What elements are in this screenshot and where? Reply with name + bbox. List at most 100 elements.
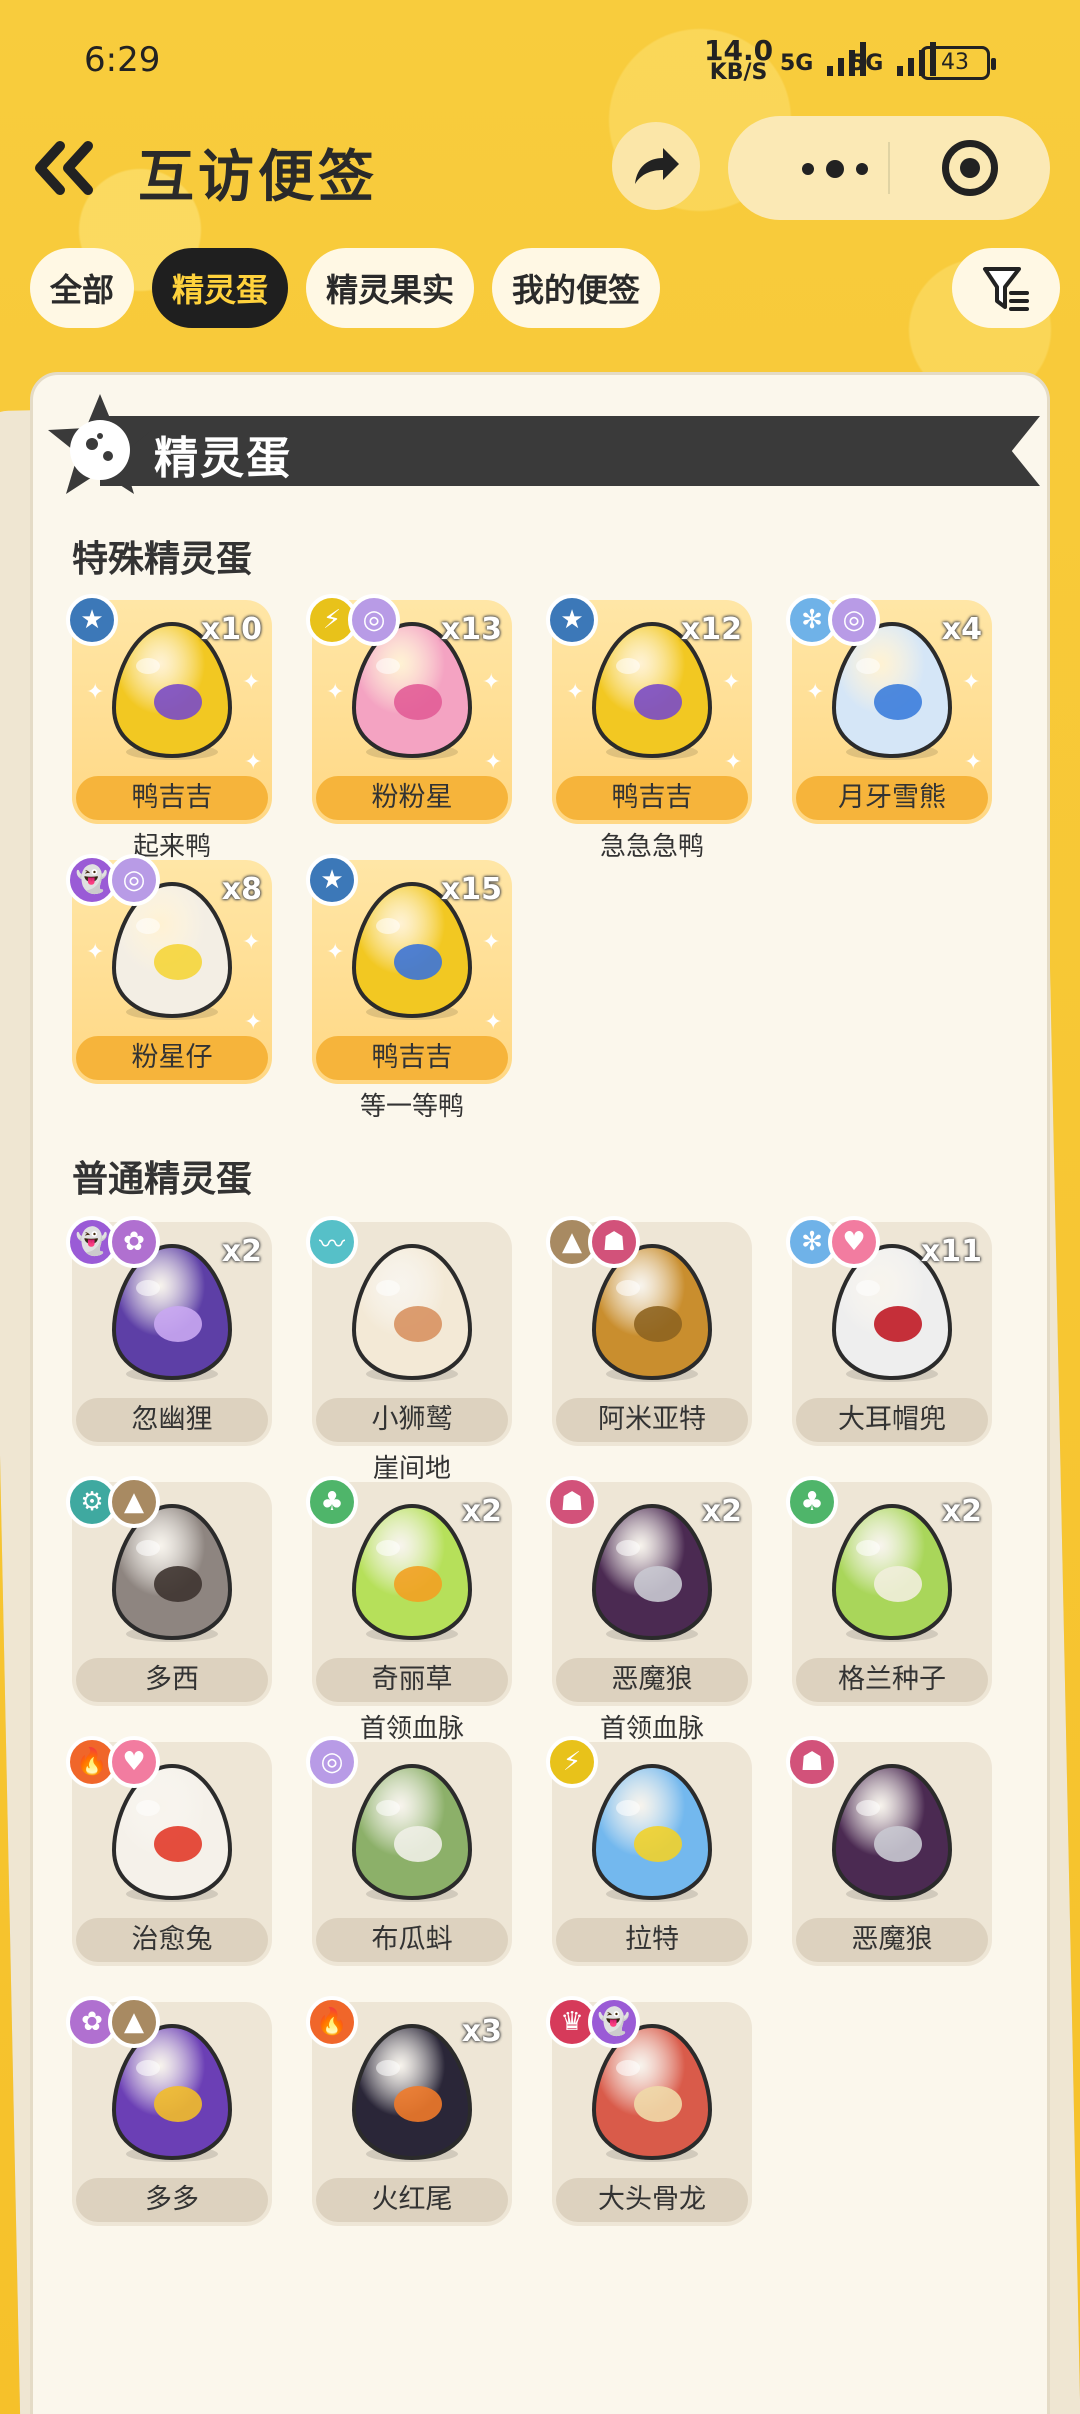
egg-name-label: 多西 xyxy=(76,1658,268,1702)
wind-type-icon: ◎ xyxy=(108,854,160,906)
egg-types: ✻ ◎ xyxy=(786,594,880,646)
egg-name-label: 恶魔狼 xyxy=(796,1918,988,1962)
egg-name-label: 小狮鹫 xyxy=(316,1398,508,1442)
egg-count: x3 xyxy=(461,2014,502,2049)
wing-type-icon: 〰 xyxy=(306,1216,358,1268)
egg-card[interactable]: ⚙ ▲ 多西 xyxy=(66,1476,272,1706)
sparkle-icon: ✦ xyxy=(244,750,263,775)
dot-icon xyxy=(826,160,844,178)
sparkle-icon: ✦ xyxy=(964,750,983,775)
sparkle-icon: ✦ xyxy=(484,1010,503,1035)
filter-icon xyxy=(983,267,1029,311)
sparkle-icon: ✦ xyxy=(86,940,105,965)
sparkle-icon: ✦ xyxy=(806,680,825,705)
egg-types: ♣ xyxy=(786,1476,838,1528)
egg-name-label: 大耳帽兜 xyxy=(796,1398,988,1442)
egg-count: x2 xyxy=(461,1494,502,1529)
status-bar: 6:29 14.0 KB/S 5G 5G 43 xyxy=(0,0,1080,120)
egg-name-label: 忽幽狸 xyxy=(76,1398,268,1442)
section-title: 精灵蛋 xyxy=(154,433,292,484)
back-button[interactable] xyxy=(30,138,100,198)
tab-fruits[interactable]: 精灵果实 xyxy=(306,248,475,328)
dot-icon xyxy=(802,163,814,175)
egg-card[interactable]: ◎ 布瓜蚪 xyxy=(306,1736,512,1966)
egg-name-label: 奇丽草 xyxy=(316,1658,508,1702)
star-badge-icon xyxy=(48,394,152,494)
egg-name-label: 粉星仔 xyxy=(76,1036,268,1080)
battery-level: 43 xyxy=(941,50,969,75)
special-eggs-title: 特殊精灵蛋 xyxy=(72,539,253,580)
tab-eggs[interactable]: 精灵蛋 xyxy=(152,248,289,328)
network-speed-unit: KB/S xyxy=(709,60,768,85)
egg-types: ★ xyxy=(66,594,118,646)
egg-types: ⚙ ▲ xyxy=(66,1476,160,1528)
egg-name-label: 布瓜蚪 xyxy=(316,1918,508,1962)
egg-card[interactable]: ✦ ✦ ✦ ✻ ◎ x4 月牙雪熊 xyxy=(786,594,992,824)
egg-card[interactable]: ✦ ✦ ✦ ★ x15 鸭吉吉 xyxy=(306,854,512,1084)
egg-card[interactable]: ▲ ☗ 阿米亚特 xyxy=(546,1216,752,1446)
egg-types: 🔥 ♥ xyxy=(66,1736,160,1788)
egg-types: ♛ 👻 xyxy=(546,1996,640,2048)
egg-card[interactable]: 👻 ✿ x2 忽幽狸 xyxy=(66,1216,272,1446)
page-title: 互访便签 xyxy=(138,145,378,210)
sparkle-icon: ✦ xyxy=(242,930,261,955)
egg-name-label: 火红尾 xyxy=(316,2178,508,2222)
egg-card[interactable]: ✻ ♥ x11 大耳帽兜 xyxy=(786,1216,992,1446)
egg-icon xyxy=(348,1240,476,1384)
egg-types: ✿ ▲ xyxy=(66,1996,160,2048)
egg-types: ✻ ♥ xyxy=(786,1216,880,1268)
egg-icon xyxy=(588,1760,716,1904)
egg-card[interactable]: ✦ ✦ ✦ ⚡ ◎ x13 粉粉星 xyxy=(306,594,512,824)
grass-type-icon: ♣ xyxy=(306,1476,358,1528)
capsule-divider xyxy=(888,142,890,194)
egg-card[interactable]: 🔥 x3 火红尾 xyxy=(306,1996,512,2226)
tab-all[interactable]: 全部 xyxy=(30,248,135,328)
egg-name-label: 治愈兔 xyxy=(76,1918,268,1962)
sparkle-icon: ✦ xyxy=(326,680,345,705)
egg-count: x15 xyxy=(440,872,502,907)
egg-types: ⚡ xyxy=(546,1736,598,1788)
category-tabs: 全部 精灵蛋 精灵果实 我的便签 xyxy=(30,248,661,328)
egg-card[interactable]: ♣ x2 奇丽草 xyxy=(306,1476,512,1706)
egg-card[interactable]: ✿ ▲ 多多 xyxy=(66,1996,272,2226)
fairy-type-icon: ✿ xyxy=(108,1216,160,1268)
sparkle-icon: ✦ xyxy=(244,1010,263,1035)
egg-card[interactable]: ✦ ✦ ✦ 👻 ◎ x8 粉星仔 xyxy=(66,854,272,1084)
share-button[interactable] xyxy=(612,122,700,210)
tab-my-notes[interactable]: 我的便签 xyxy=(492,248,661,328)
cute-type-icon: ♥ xyxy=(828,1216,880,1268)
egg-card[interactable]: ⚡ 拉特 xyxy=(546,1736,752,1966)
sparkle-icon: ✦ xyxy=(484,750,503,775)
egg-card[interactable]: ✦ ✦ ✦ ★ x12 鸭吉吉 xyxy=(546,594,752,824)
egg-name-label: 鸭吉吉 xyxy=(316,1036,508,1080)
sparkle-icon: ✦ xyxy=(86,680,105,705)
close-mini-program-button[interactable] xyxy=(942,140,998,196)
ground-type-icon: ▲ xyxy=(108,1476,160,1528)
egg-card[interactable]: ✦ ✦ ✦ ★ x10 鸭吉吉 xyxy=(66,594,272,824)
filter-button[interactable] xyxy=(952,248,1060,328)
egg-icon xyxy=(828,1760,956,1904)
egg-types: ☗ xyxy=(546,1476,598,1528)
egg-name-label: 多多 xyxy=(76,2178,268,2222)
egg-card[interactable]: ☗ x2 恶魔狼 xyxy=(546,1476,752,1706)
egg-icon xyxy=(588,1500,716,1644)
egg-name-label: 大头骨龙 xyxy=(556,2178,748,2222)
egg-types: ◎ xyxy=(306,1736,358,1788)
egg-card[interactable]: 🔥 ♥ 治愈兔 xyxy=(66,1736,272,1966)
fire-type-icon: 🔥 xyxy=(306,1996,358,2048)
egg-card[interactable]: ♛ 👻 大头骨龙 xyxy=(546,1996,752,2226)
egg-types: ⚡ ◎ xyxy=(306,594,400,646)
more-options-button[interactable] xyxy=(770,144,900,194)
egg-card[interactable]: 〰小狮鹫 xyxy=(306,1216,512,1446)
egg-card[interactable]: ♣ x2 格兰种子 xyxy=(786,1476,992,1706)
sparkle-icon: ✦ xyxy=(722,670,741,695)
egg-types: ☗ xyxy=(786,1736,838,1788)
battery-icon: 43 xyxy=(920,46,996,80)
sim1-label: 5G xyxy=(780,51,814,76)
sparkle-icon: ✦ xyxy=(242,670,261,695)
egg-count: x2 xyxy=(941,1494,982,1529)
network-speed: 14.0 KB/S xyxy=(704,37,773,85)
star-type-icon: ★ xyxy=(546,594,598,646)
egg-card[interactable]: ☗ 恶魔狼 xyxy=(786,1736,992,1966)
ground-type-icon: ▲ xyxy=(108,1996,160,2048)
